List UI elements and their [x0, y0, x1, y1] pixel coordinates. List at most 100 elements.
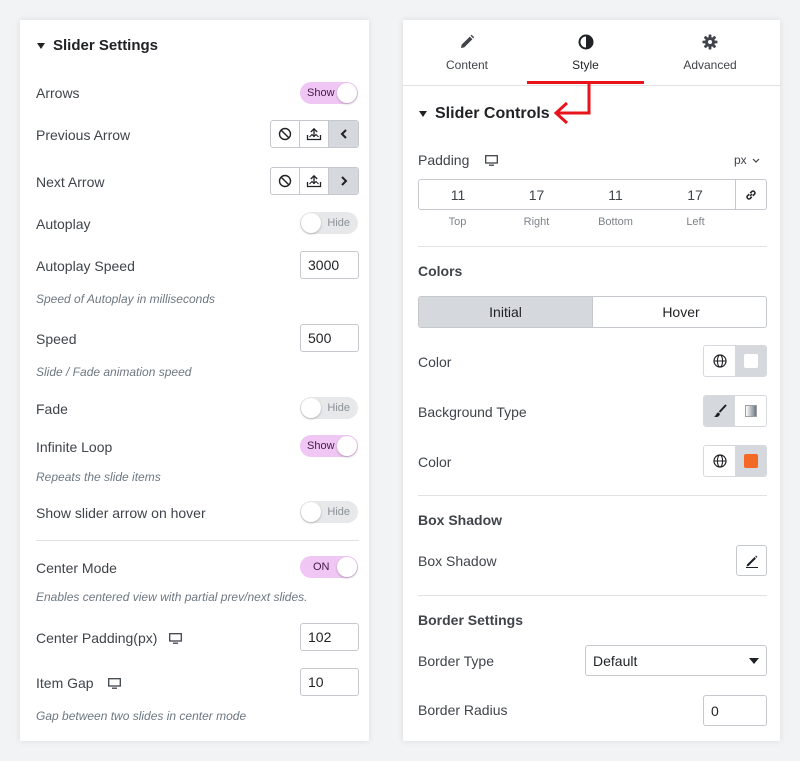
background-color-picker — [703, 445, 767, 477]
ban-icon — [278, 174, 292, 188]
unit-select[interactable]: px — [734, 153, 760, 167]
classic-background-button[interactable] — [704, 396, 735, 426]
padding-top-input[interactable]: 11 — [418, 179, 498, 210]
previous-arrow-label: Previous Arrow — [36, 127, 131, 143]
box-shadow-heading: Box Shadow — [418, 512, 503, 528]
autoplay-speed-label: Autoplay Speed — [36, 258, 135, 274]
slider-settings-panel: Slider Settings Arrows Show Previous Arr… — [20, 20, 369, 741]
desktop-icon — [169, 632, 183, 644]
center-padding-input[interactable]: 102 — [300, 623, 359, 651]
padding-caption-top: Top — [448, 216, 467, 228]
link-icon — [746, 189, 756, 200]
state-tab-hover[interactable]: Hover — [594, 297, 766, 327]
toggle-knob — [337, 83, 357, 103]
gear-icon — [702, 34, 718, 50]
divider — [418, 595, 767, 596]
globe-icon — [712, 454, 727, 468]
toggle-knob — [301, 398, 321, 418]
chevron-left-button[interactable] — [329, 121, 358, 147]
padding-right-input[interactable]: 17 — [497, 179, 577, 210]
show-arrow-hover-toggle[interactable]: Hide — [300, 501, 358, 523]
ban-icon — [278, 127, 292, 141]
next-arrow-label: Next Arrow — [36, 174, 105, 190]
upload-icon — [306, 174, 322, 188]
item-gap-input[interactable]: 10 — [300, 668, 359, 696]
center-mode-description: Enables centered view with partial prev/… — [36, 590, 308, 604]
box-shadow-edit-button[interactable] — [736, 545, 767, 576]
no-icon-button[interactable] — [271, 168, 300, 194]
fade-toggle[interactable]: Hide — [300, 397, 358, 419]
divider — [418, 495, 767, 496]
speed-description: Slide / Fade animation speed — [36, 365, 192, 379]
speed-label: Speed — [36, 331, 77, 347]
globe-icon — [712, 354, 727, 368]
upload-icon — [306, 127, 322, 141]
tab-content[interactable]: Content — [408, 20, 526, 82]
autoplay-speed-description: Speed of Autoplay in milliseconds — [36, 292, 215, 306]
chevron-left-icon — [340, 129, 347, 139]
tab-advanced[interactable]: Advanced — [651, 20, 769, 82]
color-swatch-orange — [743, 454, 758, 468]
slider-controls-header[interactable]: Slider Controls — [419, 105, 550, 123]
section-title: Slider Controls — [435, 105, 550, 122]
chevron-down-icon — [752, 158, 760, 163]
padding-caption-left: Left — [686, 216, 705, 228]
border-radius-value: 0 — [711, 702, 719, 719]
tab-label: Style — [572, 58, 599, 72]
autoplay-label: Autoplay — [36, 216, 91, 232]
caret-down-icon — [749, 658, 759, 664]
border-settings-heading: Border Settings — [418, 612, 524, 628]
autoplay-toggle[interactable]: Hide — [300, 212, 358, 234]
border-radius-label: Border Radius — [418, 702, 508, 718]
gradient-background-button[interactable] — [735, 396, 766, 426]
box-shadow-label: Box Shadow — [418, 553, 497, 569]
link-values-button[interactable] — [735, 179, 767, 210]
padding-bottom-input[interactable]: 11 — [576, 179, 656, 210]
style-panel: Content Style Advanced Slider Controls P — [403, 20, 780, 741]
arrows-toggle[interactable]: Show — [300, 82, 358, 104]
center-mode-label: Center Mode — [36, 560, 117, 576]
toggle-knob — [301, 213, 321, 233]
center-mode-toggle[interactable]: ON — [300, 556, 358, 578]
color-swatch-button[interactable] — [735, 346, 766, 376]
state-tab-initial[interactable]: Initial — [419, 297, 593, 327]
divider — [418, 246, 767, 247]
toggle-text: ON — [313, 561, 330, 573]
pencil-icon — [745, 555, 758, 568]
divider — [36, 540, 359, 541]
upload-icon-button[interactable] — [300, 121, 329, 147]
tab-label: Content — [445, 58, 489, 72]
red-arrow-annotation — [553, 82, 591, 125]
border-type-select[interactable]: Default — [585, 645, 767, 676]
toggle-text: Hide — [327, 506, 350, 518]
padding-label-row: Padding — [418, 152, 499, 168]
upload-icon-button[interactable] — [300, 168, 329, 194]
border-radius-input[interactable]: 0 — [703, 695, 767, 726]
color-swatch-white — [743, 354, 758, 368]
padding-label: Padding — [418, 152, 470, 168]
color-picker — [703, 345, 767, 377]
paint-brush-icon — [713, 404, 727, 418]
unit-value: px — [734, 153, 747, 167]
autoplay-speed-input[interactable]: 3000 — [300, 251, 359, 279]
tab-label: Advanced — [683, 58, 737, 72]
infinite-loop-toggle[interactable]: Show — [300, 435, 358, 457]
border-type-value: Default — [593, 652, 638, 669]
color-swatch-button[interactable] — [735, 446, 766, 476]
padding-left-input[interactable]: 17 — [655, 179, 736, 210]
global-colors-button[interactable] — [704, 346, 735, 376]
background-color-label: Color — [418, 454, 452, 470]
slider-settings-header[interactable]: Slider Settings — [37, 37, 158, 54]
fade-label: Fade — [36, 401, 68, 417]
tab-style[interactable]: Style — [527, 20, 644, 82]
toggle-text: Show — [307, 440, 335, 452]
speed-input[interactable]: 500 — [300, 324, 359, 352]
global-colors-button[interactable] — [704, 446, 735, 476]
toggle-text: Hide — [327, 402, 350, 414]
arrows-label: Arrows — [36, 85, 80, 101]
chevron-right-button[interactable] — [329, 168, 358, 194]
state-tab-label: Hover — [662, 304, 700, 320]
desktop-icon — [485, 154, 499, 166]
no-icon-button[interactable] — [271, 121, 300, 147]
toggle-knob — [337, 436, 357, 456]
